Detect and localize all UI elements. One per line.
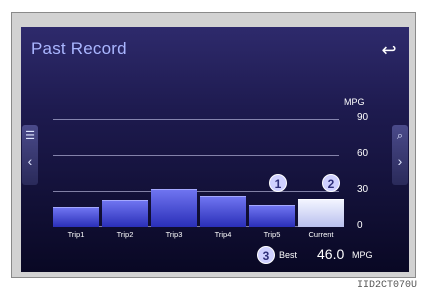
bar-label-trip5: Trip5 (263, 230, 281, 239)
back-arrow-icon: ↩ (381, 40, 397, 60)
marker-3: 3 (257, 246, 275, 264)
right-side-tab[interactable]: ⌕ › (391, 125, 409, 185)
marker-1: 1 (269, 174, 287, 192)
chevron-left-icon: ‹ (27, 153, 33, 169)
bar-label-trip3: Trip3 (165, 230, 183, 239)
bar-trip4 (200, 196, 246, 227)
y-tick-label: 90 (357, 112, 369, 123)
chevron-right-icon: › (397, 153, 403, 169)
bar-trip5 (249, 205, 295, 227)
back-button[interactable]: ↩ (377, 39, 401, 61)
y-tick-label: 60 (357, 148, 369, 159)
list-icon: ☰ (25, 130, 35, 142)
bar-trip3 (151, 189, 197, 227)
bar-current (298, 199, 344, 227)
marker-2: 2 (322, 174, 340, 192)
bar-label-trip2: Trip2 (116, 230, 134, 239)
bar-trip1 (53, 207, 99, 227)
best-label: Best (279, 250, 298, 260)
bar-label-current: Current (308, 230, 334, 239)
left-side-tab[interactable]: ☰ ‹ (21, 125, 39, 185)
image-id: IID2CT070U (356, 280, 417, 291)
past-record-screen: Past Record ↩ ☰ ‹ ⌕ › MPG 90 60 30 0 Tri… (21, 27, 409, 272)
y-tick-label: 30 (357, 184, 369, 195)
bar-label-trip4: Trip4 (214, 230, 232, 239)
y-tick-label: 0 (357, 220, 363, 231)
best-unit: MPG (352, 250, 373, 260)
bar-trip2 (102, 200, 148, 227)
bar-chart: Trip1 Trip2 Trip3 Trip4 Trip5 Current (53, 27, 353, 272)
search-icon: ⌕ (396, 130, 404, 142)
best-value: 46.0 (317, 246, 345, 262)
bar-label-trip1: Trip1 (67, 230, 85, 239)
